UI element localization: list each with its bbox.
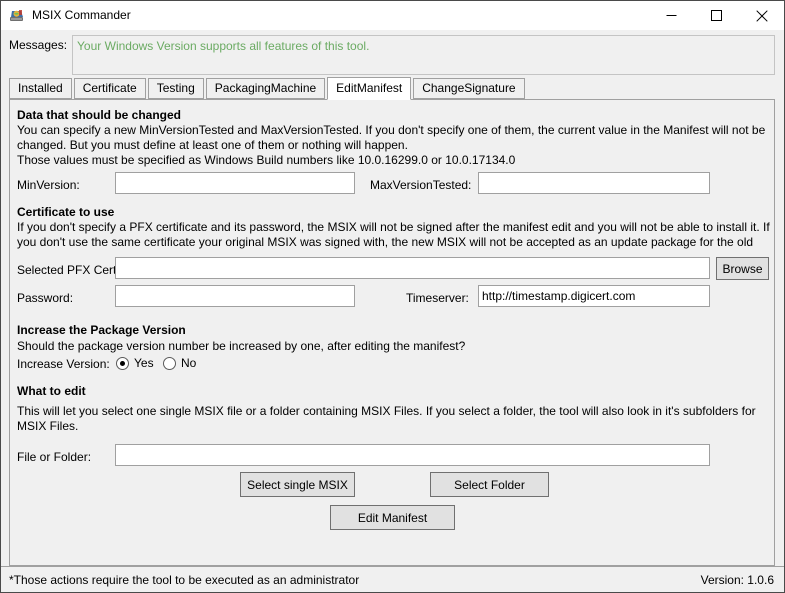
minimize-button[interactable] — [649, 1, 694, 30]
pfx-cert-label: Selected PFX Cert: — [17, 263, 120, 277]
data-section-heading: Data that should be changed — [17, 108, 182, 122]
close-button[interactable] — [739, 1, 784, 30]
timeserver-label: Timeserver: — [406, 291, 469, 305]
window-controls — [649, 1, 784, 30]
cert-section-line1: If you don't specify a PFX certificate a… — [17, 220, 770, 234]
timeserver-input[interactable] — [478, 285, 710, 307]
tab-certificate[interactable]: Certificate — [73, 78, 146, 99]
app-window: MSIX Commander Messages: Your Windows Ve… — [0, 0, 785, 593]
messages-text: Your Windows Version supports all featur… — [77, 39, 370, 53]
maximize-button[interactable] — [694, 1, 739, 30]
tabstrip-wrap: Installed Certificate Testing PackagingM… — [1, 77, 784, 100]
password-input[interactable] — [115, 285, 355, 307]
version-section-line1: Should the package version number be inc… — [17, 339, 466, 353]
browse-button[interactable]: Browse — [716, 257, 769, 280]
pfx-cert-input[interactable] — [115, 257, 710, 279]
tab-packagingmachine[interactable]: PackagingMachine — [205, 78, 326, 99]
data-section-line3: Those values must be specified as Window… — [17, 153, 516, 167]
title-bar: MSIX Commander — [1, 1, 784, 30]
minversion-input[interactable] — [115, 172, 355, 194]
radio-no-label: No — [181, 356, 197, 370]
maxversiontested-input[interactable] — [478, 172, 710, 194]
radio-no[interactable]: No — [163, 356, 196, 370]
messages-row: Messages: Your Windows Version supports … — [1, 30, 784, 77]
increase-version-label: Increase Version: — [17, 357, 110, 371]
version-section-heading: Increase the Package Version — [17, 323, 186, 337]
file-or-folder-label: File or Folder: — [17, 450, 92, 464]
edit-section-line1: This will let you select one single MSIX… — [17, 404, 756, 418]
messages-box[interactable]: Your Windows Version supports all featur… — [72, 35, 775, 75]
cert-section-line2: you don't use the same certificate your … — [17, 235, 754, 249]
app-icon — [9, 8, 25, 24]
file-or-folder-input[interactable] — [115, 444, 710, 466]
window-title: MSIX Commander — [32, 8, 131, 22]
maxversiontested-label: MaxVersionTested: — [370, 178, 472, 192]
cert-section-heading: Certificate to use — [17, 205, 115, 219]
edit-manifest-button[interactable]: Edit Manifest — [330, 505, 455, 530]
tabstrip: Installed Certificate Testing PackagingM… — [9, 77, 775, 100]
radio-no-indicator[interactable] — [163, 356, 176, 370]
edit-section-line2: MSIX Files. — [17, 419, 79, 433]
editmanifest-panel: Data that should be changed You can spec… — [9, 99, 775, 566]
radio-yes-indicator[interactable] — [116, 356, 129, 370]
tab-testing[interactable]: Testing — [147, 78, 204, 99]
panel-wrap: Data that should be changed You can spec… — [1, 99, 784, 566]
password-label: Password: — [17, 291, 74, 305]
status-note: *Those actions require the tool to be ex… — [9, 572, 360, 587]
tab-changesignature[interactable]: ChangeSignature — [413, 78, 525, 99]
select-folder-button[interactable]: Select Folder — [430, 472, 549, 497]
radio-yes[interactable]: Yes — [116, 356, 154, 370]
status-version: Version: 1.0.6 — [700, 572, 774, 587]
status-bar: *Those actions require the tool to be ex… — [1, 566, 784, 592]
data-section-line2: changed. But you must define at least on… — [17, 138, 408, 152]
minversion-label: MinVersion: — [17, 178, 80, 192]
edit-section-heading: What to edit — [17, 384, 86, 398]
tab-editmanifest[interactable]: EditManifest — [327, 77, 412, 100]
messages-label: Messages: — [9, 38, 68, 52]
select-single-msix-button[interactable]: Select single MSIX — [240, 472, 355, 497]
radio-yes-label: Yes — [134, 356, 154, 370]
tab-installed[interactable]: Installed — [9, 78, 72, 99]
data-section-line1: You can specify a new MinVersionTested a… — [17, 123, 766, 137]
